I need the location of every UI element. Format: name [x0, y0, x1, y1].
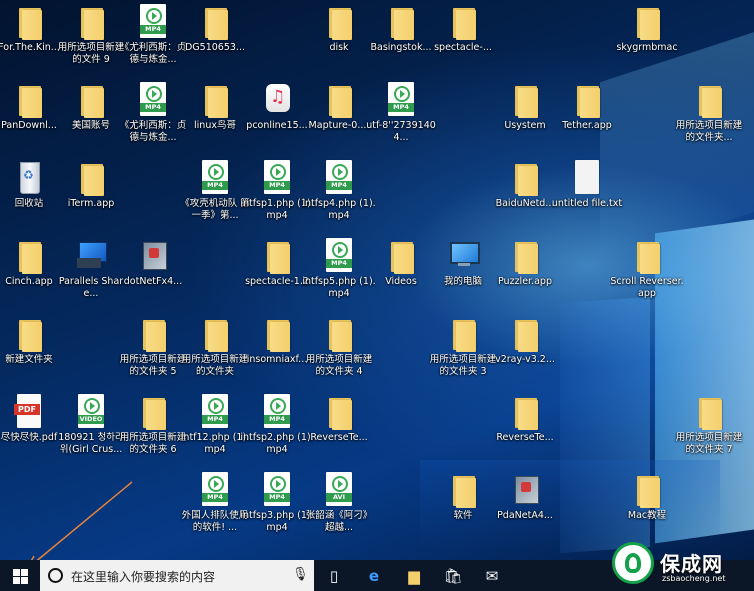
- annotation-arrow: [24, 481, 133, 572]
- file-explorer-icon[interactable]: ▆: [404, 566, 424, 586]
- cortana-icon: [48, 568, 63, 583]
- microphone-icon[interactable]: 🎙: [292, 567, 309, 582]
- task-view-icon[interactable]: ▯: [324, 566, 344, 586]
- store-icon[interactable]: 🛍: [443, 566, 463, 586]
- brand-logo-icon: [612, 542, 654, 584]
- windows-logo-icon: [13, 569, 20, 576]
- edge-browser-icon[interactable]: e: [364, 566, 384, 586]
- watermark-url: zsbaocheng.net: [662, 574, 726, 583]
- mail-icon[interactable]: ✉: [482, 566, 502, 586]
- search-placeholder: 在这里输入你要搜索的内容: [71, 570, 216, 584]
- watermark-title: 保成网: [660, 552, 723, 576]
- taskbar-search-box[interactable]: 在这里输入你要搜索的内容 🎙: [40, 560, 314, 591]
- watermark-logo: 保成网 zsbaocheng.net: [608, 538, 754, 591]
- start-button[interactable]: [0, 560, 40, 591]
